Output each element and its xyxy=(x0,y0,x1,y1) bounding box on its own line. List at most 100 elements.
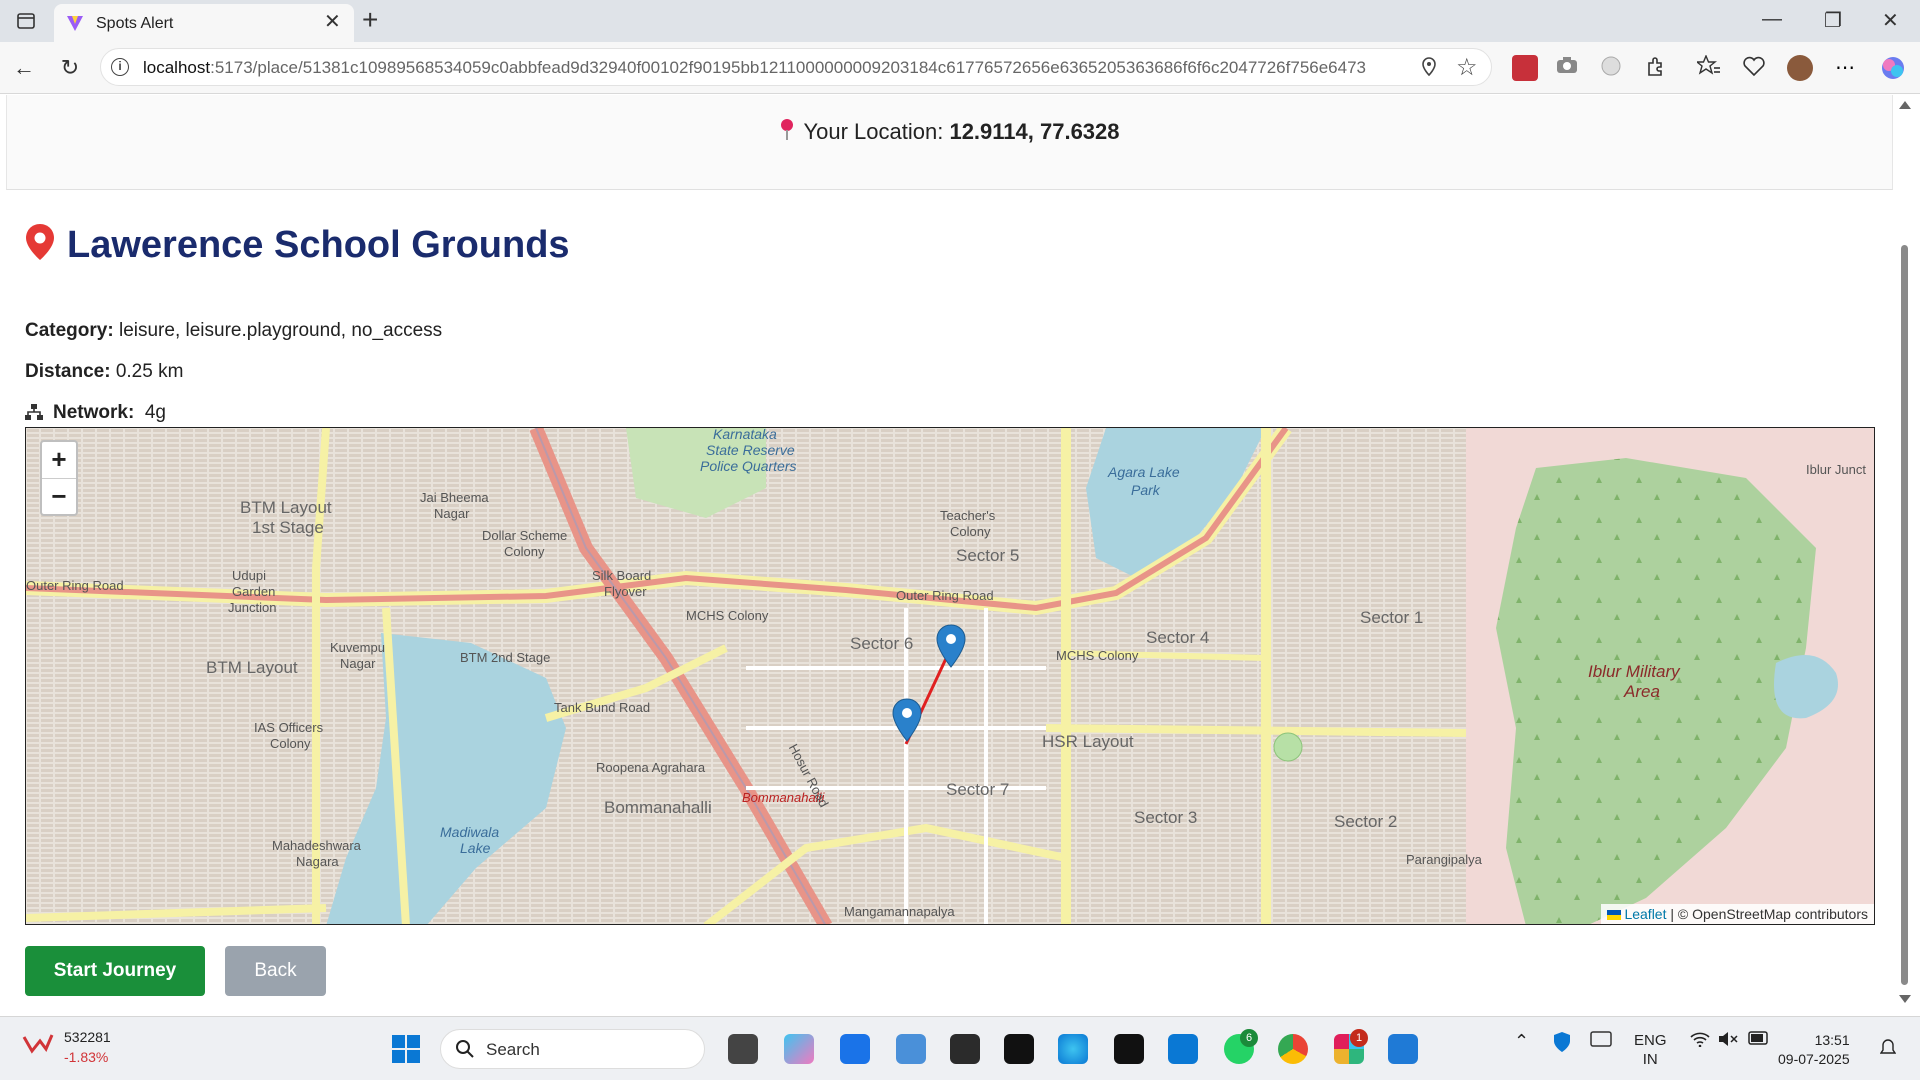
map-label: IAS Officers xyxy=(254,720,324,735)
notification-bell-icon[interactable] xyxy=(1879,1039,1897,1061)
map-label: Kuvempu xyxy=(330,640,385,655)
category-row: Category: leisure, leisure.playground, n… xyxy=(25,320,443,341)
close-tab-icon[interactable]: ✕ xyxy=(324,12,341,32)
route-map[interactable]: Karnataka State Reserve Police Quarters … xyxy=(25,427,1875,925)
security-shield-icon[interactable] xyxy=(1552,1031,1572,1057)
windows-start-icon[interactable] xyxy=(392,1035,420,1068)
profile-avatar[interactable] xyxy=(1787,55,1813,81)
map-label: Flyover xyxy=(604,584,647,599)
browser-essentials-icon[interactable] xyxy=(1742,55,1768,81)
map-label: Sector 4 xyxy=(1146,628,1210,647)
chrome-icon[interactable] xyxy=(1278,1034,1308,1064)
stock-widget[interactable]: 532281 -1.83% xyxy=(22,1029,111,1065)
tab-title: Spots Alert xyxy=(96,15,174,32)
map-label: Nagar xyxy=(340,656,376,671)
map-label: Tank Bund Road xyxy=(554,700,651,715)
extensions-puzzle-icon[interactable] xyxy=(1645,55,1671,81)
page-viewport: Your Location: 12.9114, 77.6328 Lawerenc… xyxy=(0,95,1920,1015)
zoom-control: + − xyxy=(40,440,78,516)
site-info-icon[interactable]: i xyxy=(111,58,129,76)
task-view-icon[interactable] xyxy=(728,1034,758,1064)
scroll-thumb[interactable] xyxy=(1901,245,1908,985)
map-label: BTM Layout xyxy=(206,658,298,677)
map-label: BTM 2nd Stage xyxy=(460,650,551,665)
map-label: Sector 3 xyxy=(1134,808,1198,827)
map-label: Iblur Junct xyxy=(1806,462,1866,477)
map-label: Roopena Agrahara xyxy=(596,760,706,775)
leaflet-link[interactable]: Leaflet xyxy=(1624,906,1666,922)
favorites-icon[interactable] xyxy=(1695,54,1723,81)
back-arrow-icon[interactable]: ← xyxy=(10,54,38,82)
map-label: Udupi xyxy=(232,568,266,583)
map-label: Parangipalya xyxy=(1406,852,1482,867)
url-field[interactable]: i localhost:5173/place/51381c10989568534… xyxy=(100,48,1492,86)
map-label: Colony xyxy=(950,524,991,539)
file-explorer-icon[interactable] xyxy=(896,1034,926,1064)
browser-tab[interactable]: Spots Alert ✕ xyxy=(54,4,354,42)
map-label: Mangamannapalya xyxy=(844,904,955,919)
new-tab-icon[interactable]: + xyxy=(362,6,378,34)
map-label: Sector 6 xyxy=(850,634,914,653)
copilot-icon[interactable] xyxy=(1880,55,1906,81)
wifi-icon[interactable] xyxy=(1690,1031,1710,1051)
zoom-in-button[interactable]: + xyxy=(42,442,76,478)
map-label: Sector 7 xyxy=(946,780,1010,799)
battery-icon[interactable] xyxy=(1748,1031,1770,1049)
extension-gray-icon[interactable] xyxy=(1600,55,1626,81)
sidebar-toggle-icon[interactable] xyxy=(12,8,40,34)
location-permission-icon[interactable] xyxy=(1421,57,1437,82)
scroll-down-icon[interactable] xyxy=(1899,995,1911,1003)
chevron-up-icon[interactable]: ⌃ xyxy=(1514,1031,1529,1052)
user-location: Your Location: 12.9114, 77.6328 xyxy=(7,119,1892,147)
back-button[interactable]: Back xyxy=(225,946,326,996)
search-icon xyxy=(455,1039,475,1064)
calendar-icon[interactable] xyxy=(840,1034,870,1064)
scroll-up-icon[interactable] xyxy=(1899,101,1911,109)
app-icon[interactable] xyxy=(1388,1034,1418,1064)
map-label: Mahadeshwara xyxy=(272,838,361,853)
keyboard-icon[interactable] xyxy=(1590,1031,1612,1051)
terminal-icon[interactable] xyxy=(950,1034,980,1064)
map-label: Madiwala xyxy=(440,824,500,840)
system-clock[interactable]: 13:51 09-07-2025 xyxy=(1778,1031,1850,1069)
vscode-icon[interactable] xyxy=(1168,1034,1198,1064)
map-label: Nagara xyxy=(296,854,339,869)
map-label: Junction xyxy=(228,600,277,615)
map-label: Nagar xyxy=(434,506,470,521)
zoom-out-button[interactable]: − xyxy=(42,478,76,514)
map-label: BTM Layout xyxy=(240,498,332,517)
user-marker-icon[interactable] xyxy=(892,698,922,747)
address-bar: ← ↻ i localhost:5173/place/51381c1098956… xyxy=(0,42,1920,94)
slack-badge: 1 xyxy=(1350,1029,1368,1047)
location-coords: 12.9114, 77.6328 xyxy=(949,119,1120,144)
map-label: Sector 5 xyxy=(956,546,1020,565)
more-options-icon[interactable]: ⋯ xyxy=(1832,55,1858,81)
extension-red-icon[interactable] xyxy=(1512,55,1538,81)
distance-row: Distance: 0.25 km xyxy=(25,361,184,382)
map-label: Park xyxy=(1131,482,1160,498)
close-window-icon[interactable]: ✕ xyxy=(1882,8,1899,33)
map-label: Karnataka xyxy=(713,427,777,442)
page-scrollbar[interactable] xyxy=(1895,95,1913,1015)
minimize-icon[interactable]: — xyxy=(1762,8,1782,31)
camera-icon[interactable] xyxy=(1556,55,1582,81)
map-label: Area xyxy=(1624,682,1660,701)
language-indicator[interactable]: ENG IN xyxy=(1634,1031,1667,1069)
destination-marker-icon[interactable] xyxy=(936,624,966,673)
taskbar-search[interactable]: Search xyxy=(440,1029,705,1069)
map-label: Silk Board xyxy=(592,568,652,583)
map-label: MCHS Colony xyxy=(686,608,769,623)
volume-muted-icon[interactable] xyxy=(1718,1031,1738,1051)
edge-icon[interactable] xyxy=(1058,1034,1088,1064)
map-label: Outer Ring Road xyxy=(26,578,124,593)
favorite-star-icon[interactable]: ☆ xyxy=(1456,53,1478,82)
restore-icon[interactable]: ❐ xyxy=(1824,8,1842,33)
reload-icon[interactable]: ↻ xyxy=(56,54,84,82)
snipping-tool-icon[interactable] xyxy=(1114,1034,1144,1064)
copilot-app-icon[interactable] xyxy=(784,1034,814,1064)
app-cube-icon[interactable] xyxy=(1004,1034,1034,1064)
map-label: 1st Stage xyxy=(252,518,324,537)
start-journey-button[interactable]: Start Journey xyxy=(25,946,205,996)
map-label: Garden xyxy=(232,584,276,599)
map-label: Sector 2 xyxy=(1334,812,1398,831)
